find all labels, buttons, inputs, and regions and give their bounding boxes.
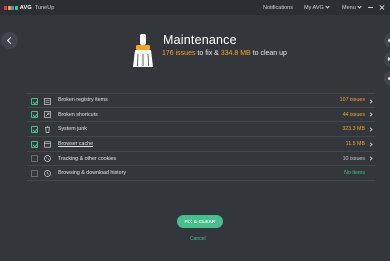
chevron-right-icon [368, 141, 373, 147]
item-checkbox[interactable] [31, 125, 38, 133]
cleanup-size: 334.8 MB [220, 50, 251, 57]
item-label: Browsing & download history [58, 170, 127, 177]
item-checkbox[interactable] [31, 140, 38, 148]
list-item[interactable]: Broken shortcuts 44 issues [27, 108, 375, 123]
main-menu[interactable]: Menu [342, 4, 362, 11]
item-value: 323.3 MB [342, 126, 365, 133]
minimize-icon[interactable] [368, 4, 374, 10]
maintenance-header: Maintenance 176 issues to fix & 334.8 MB… [129, 33, 287, 69]
item-label: Browser cache [58, 140, 94, 147]
item-label: Broken registry items [58, 97, 108, 104]
back-button[interactable] [1, 32, 18, 49]
chevron-right-icon [368, 98, 373, 104]
app-logo: AVG TuneUp [4, 5, 54, 11]
chevron-right-icon [368, 112, 373, 117]
list-item[interactable]: Broken registry items 107 issues [27, 93, 375, 108]
list-item[interactable]: Browsing & download history No items [27, 166, 375, 182]
list-item[interactable]: Tracking & other cookies 10 issues [27, 152, 375, 167]
chevron-right-icon [368, 127, 373, 132]
item-value: 44 issues [342, 111, 365, 118]
summary-middle: to fix & [195, 50, 221, 57]
item-value: 107 issues [339, 97, 365, 104]
title-bar: AVG TuneUp Notifications My AVG Menu [0, 0, 390, 15]
registry-icon [44, 97, 51, 105]
summary-suffix: to clean up [250, 50, 287, 57]
item-checkbox[interactable] [31, 169, 38, 177]
chevron-right-icon [368, 156, 373, 161]
notifications-link[interactable]: Notifications [263, 5, 293, 11]
shortcut-icon [44, 111, 51, 119]
avg-logo-icon [4, 5, 18, 10]
maintenance-list: Broken registry items 107 issues Broken … [27, 93, 375, 182]
brand-name: AVG [19, 4, 32, 11]
trash-icon [45, 126, 50, 133]
item-value: No items [344, 170, 365, 177]
product-name: TuneUp [34, 4, 55, 11]
page-title: Maintenance [163, 33, 237, 47]
item-label: Broken shortcuts [58, 111, 98, 118]
menu-label: Menu [342, 4, 356, 11]
item-checkbox[interactable] [31, 155, 38, 163]
chevron-down-icon [325, 4, 330, 9]
item-label: Tracking & other cookies [58, 155, 117, 162]
item-checkbox[interactable] [31, 97, 38, 105]
issues-count: 176 issues [162, 50, 196, 57]
cancel-link[interactable]: Cancel [190, 236, 206, 242]
broom-icon [133, 34, 153, 67]
my-avg-menu[interactable]: My AVG [304, 4, 330, 11]
cookie-icon [44, 155, 51, 163]
item-checkbox[interactable] [31, 111, 38, 119]
close-icon[interactable] [379, 4, 385, 10]
browser-icon [44, 141, 51, 148]
side-scan-button[interactable] [384, 33, 390, 48]
item-value: 11.5 MB [345, 140, 365, 147]
side-play-button[interactable] [384, 52, 390, 67]
list-item[interactable]: Browser cache 11.5 MB [27, 137, 375, 152]
side-more-button[interactable] [384, 71, 390, 86]
chevron-down-icon [357, 4, 362, 9]
fix-clean-button[interactable]: FIX & CLEAN [177, 215, 223, 228]
history-icon [44, 170, 51, 177]
list-item[interactable]: System junk 323.3 MB [27, 122, 375, 138]
summary-text: 176 issues to fix & 334.8 MB to clean up [162, 50, 287, 57]
item-label: System junk [58, 126, 87, 133]
my-avg-label: My AVG [304, 4, 324, 11]
item-value: 10 issues [342, 155, 365, 162]
